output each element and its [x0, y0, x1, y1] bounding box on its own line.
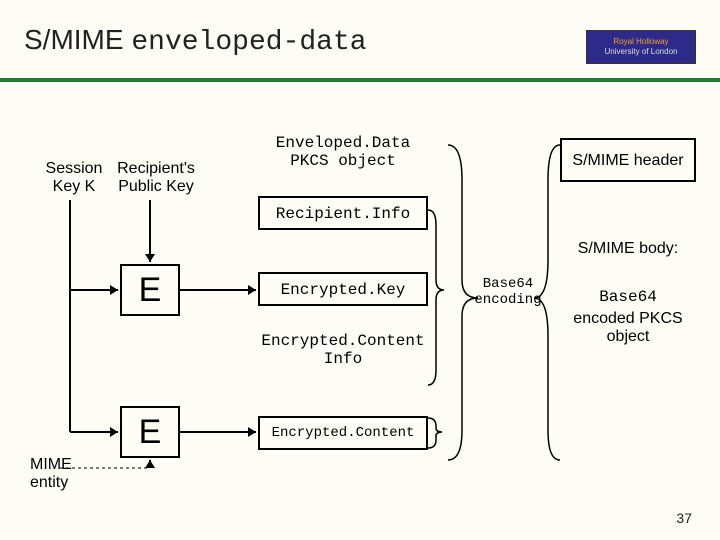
smime-header-box: S/MIME header [560, 138, 696, 182]
encrypt-box-1: E [120, 264, 180, 316]
enveloped-data-label: Enveloped.Data PKCS object [258, 134, 428, 171]
encrypted-content-text: Encrypted.Content [260, 425, 426, 441]
session-key-label: Session Key K [38, 160, 110, 197]
recipient-info-text: Recipient.Info [260, 205, 426, 223]
royal-holloway-logo: Royal Holloway University of London [586, 30, 696, 64]
logo-line2: University of London [587, 47, 695, 57]
base64-label: Base64 [560, 288, 696, 306]
recipient-info-box: Recipient.Info [258, 196, 428, 230]
slide-number: 37 [676, 510, 692, 526]
smime-header-text: S/MIME header [562, 152, 694, 170]
title-divider [0, 78, 720, 82]
encrypted-key-box: Encrypted.Key [258, 272, 428, 306]
smime-body-label: S/MIME body: [560, 240, 696, 258]
recipient-key-label: Recipient's Public Key [110, 160, 202, 197]
encrypted-content-box: Encrypted.Content [258, 416, 428, 450]
encrypted-key-text: Encrypted.Key [260, 281, 426, 299]
title-prefix: S/MIME [24, 24, 131, 55]
encrypt-box-2: E [120, 406, 180, 458]
base64-encoding-label: Base64 encoding [472, 276, 544, 308]
encoded-pkcs-label: encoded PKCS object [560, 310, 696, 347]
logo-line1: Royal Holloway [587, 37, 695, 47]
slide-title: S/MIME enveloped-data [24, 24, 367, 58]
title-mono: enveloped-data [131, 27, 366, 58]
mime-entity-label: MIME entity [30, 456, 90, 493]
encrypted-content-info-text: Encrypted.Content Info [258, 332, 428, 369]
